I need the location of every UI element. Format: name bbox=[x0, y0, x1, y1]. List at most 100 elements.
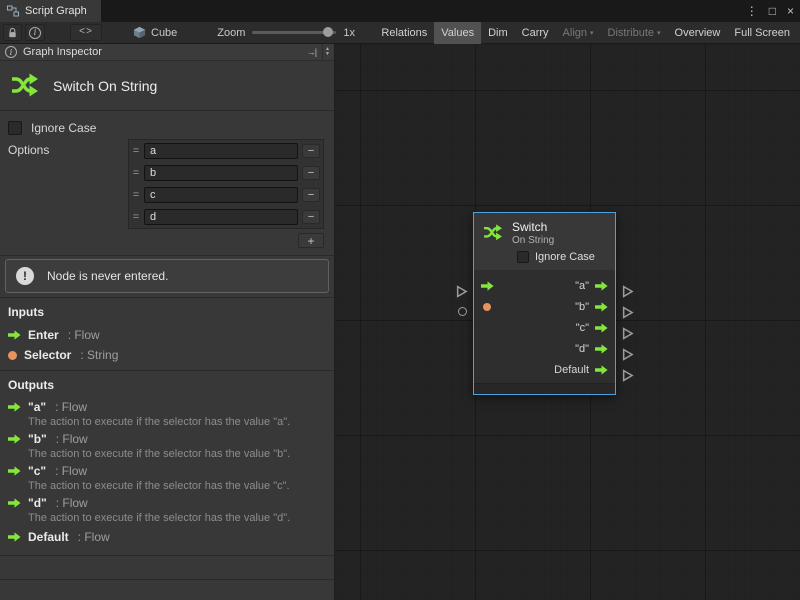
output-a-description: The action to execute if the selector ha… bbox=[28, 416, 290, 428]
warning-box: ! Node is never entered. bbox=[5, 259, 329, 293]
toolbar-button-distribute[interactable]: Distribute ▾ bbox=[601, 22, 668, 44]
remove-option-button[interactable]: − bbox=[302, 210, 320, 224]
port-name: "c" bbox=[28, 464, 46, 478]
tab-title: Script Graph bbox=[25, 5, 87, 17]
node-output-d[interactable]: "d" bbox=[575, 343, 608, 355]
input-enter: Enter : Flow bbox=[8, 328, 100, 342]
port-type: : Flow bbox=[56, 432, 88, 446]
edit-graph-button[interactable]: <> bbox=[70, 24, 102, 41]
flow-arrow-icon bbox=[595, 365, 608, 375]
divider bbox=[0, 297, 334, 298]
drag-handle-icon[interactable]: = bbox=[132, 145, 140, 157]
dock-icon[interactable]: →| bbox=[307, 47, 316, 57]
selector-port-circle[interactable] bbox=[458, 307, 467, 316]
toolbar-button-relations[interactable]: Relations bbox=[374, 22, 434, 44]
toolbar-button-overview[interactable]: Overview bbox=[668, 22, 728, 44]
distribute-label: Distribute bbox=[608, 27, 654, 39]
window-maximize-icon[interactable]: □ bbox=[769, 4, 776, 18]
ignore-case-label: Ignore Case bbox=[31, 121, 96, 135]
options-label: Options bbox=[8, 143, 49, 157]
toolbar-button-fullscreen[interactable]: Full Screen bbox=[727, 22, 797, 44]
window-close-icon[interactable]: × bbox=[787, 4, 794, 18]
drag-handle-icon[interactable]: = bbox=[132, 189, 140, 201]
graph-owner[interactable]: Cube bbox=[133, 26, 177, 39]
enter-flow-arrow-icon[interactable] bbox=[481, 281, 494, 291]
flow-arrow-icon bbox=[8, 330, 21, 340]
switch-on-string-node[interactable]: Switch On String Ignore Case "a" "b" bbox=[473, 212, 616, 395]
port-type: : Flow bbox=[78, 530, 110, 544]
node-output-label: "c" bbox=[576, 322, 589, 334]
node-output-b[interactable]: "b" bbox=[575, 301, 608, 313]
zoom-slider-thumb[interactable] bbox=[323, 27, 333, 37]
node-port-row: "c" bbox=[474, 317, 615, 338]
node-footer bbox=[474, 383, 615, 394]
flow-arrow-icon bbox=[8, 466, 21, 476]
lock-button[interactable] bbox=[3, 24, 22, 41]
output-port-a-triangle[interactable] bbox=[622, 285, 634, 298]
output-default: Default : Flow bbox=[8, 530, 110, 544]
lock-icon bbox=[7, 27, 18, 39]
node-port-row: "a" bbox=[474, 275, 615, 296]
ignore-case-checkbox[interactable] bbox=[8, 121, 22, 135]
output-d-description: The action to execute if the selector ha… bbox=[28, 512, 290, 524]
port-type: : Flow bbox=[56, 496, 88, 510]
option-field-2[interactable] bbox=[144, 187, 298, 203]
option-field-3[interactable] bbox=[144, 209, 298, 225]
graph-inspector-header: i Graph Inspector →| ▲ ▼ bbox=[0, 44, 334, 61]
graph-owner-label: Cube bbox=[151, 27, 177, 39]
string-dot-icon bbox=[8, 351, 17, 360]
option-field-1[interactable] bbox=[144, 165, 298, 181]
output-a: "a" : Flow bbox=[8, 400, 87, 414]
node-output-label: "a" bbox=[575, 280, 589, 292]
graph-canvas[interactable]: Switch On String Ignore Case "a" "b" bbox=[335, 44, 800, 600]
option-field-0[interactable] bbox=[144, 143, 298, 159]
add-option-button[interactable]: + bbox=[298, 233, 324, 248]
window-menu-icon[interactable]: ⋮ bbox=[746, 4, 758, 18]
output-c: "c" : Flow bbox=[8, 464, 87, 478]
flow-arrow-icon bbox=[8, 532, 21, 542]
scroll-down-icon[interactable]: ▼ bbox=[325, 52, 330, 57]
node-port-row: "d" bbox=[474, 338, 615, 359]
port-type: : Flow bbox=[55, 464, 87, 478]
enter-port-triangle[interactable] bbox=[456, 285, 468, 298]
selector-string-dot-icon[interactable] bbox=[483, 303, 491, 311]
info-icon: i bbox=[5, 46, 17, 58]
node-output-c[interactable]: "c" bbox=[576, 322, 608, 334]
tab-script-graph[interactable]: Script Graph bbox=[0, 0, 101, 22]
node-output-label: "b" bbox=[575, 301, 589, 313]
remove-option-button[interactable]: − bbox=[302, 144, 320, 158]
flow-arrow-icon bbox=[8, 434, 21, 444]
output-port-default-triangle[interactable] bbox=[622, 369, 634, 382]
toolbar-button-align[interactable]: Align ▾ bbox=[556, 22, 601, 44]
option-row: = − bbox=[129, 206, 323, 228]
remove-option-button[interactable]: − bbox=[302, 188, 320, 202]
node-ignore-case-checkbox[interactable] bbox=[517, 251, 529, 263]
output-port-d-triangle[interactable] bbox=[622, 348, 634, 361]
node-output-default[interactable]: Default bbox=[554, 364, 608, 376]
remove-option-button[interactable]: − bbox=[302, 166, 320, 180]
toolbar-button-values[interactable]: Values bbox=[434, 22, 481, 44]
zoom-slider[interactable] bbox=[252, 31, 336, 34]
inputs-header: Inputs bbox=[8, 305, 44, 319]
zoom-label: Zoom bbox=[217, 27, 245, 39]
node-port-row: "b" bbox=[474, 296, 615, 317]
info-icon: i bbox=[29, 27, 41, 39]
unit-title: Switch On String bbox=[53, 78, 157, 94]
toolbar-button-dim[interactable]: Dim bbox=[481, 22, 515, 44]
output-port-b-triangle[interactable] bbox=[622, 306, 634, 319]
cube-icon bbox=[133, 26, 146, 39]
port-type: : Flow bbox=[55, 400, 87, 414]
scroll-arrows[interactable]: ▲ ▼ bbox=[322, 44, 332, 61]
drag-handle-icon[interactable]: = bbox=[132, 167, 140, 179]
port-name: Selector bbox=[24, 348, 71, 362]
chevron-down-icon: ▾ bbox=[590, 29, 594, 37]
toolbar-button-carry[interactable]: Carry bbox=[515, 22, 556, 44]
drag-handle-icon[interactable]: = bbox=[132, 211, 140, 223]
divider bbox=[0, 555, 334, 556]
port-name: "a" bbox=[28, 400, 46, 414]
zoom-value: 1x bbox=[343, 27, 355, 39]
options-list: = − = − = − = − bbox=[128, 139, 324, 229]
node-output-a[interactable]: "a" bbox=[575, 280, 608, 292]
output-port-c-triangle[interactable] bbox=[622, 327, 634, 340]
inspector-toggle-button[interactable]: i bbox=[25, 24, 45, 41]
